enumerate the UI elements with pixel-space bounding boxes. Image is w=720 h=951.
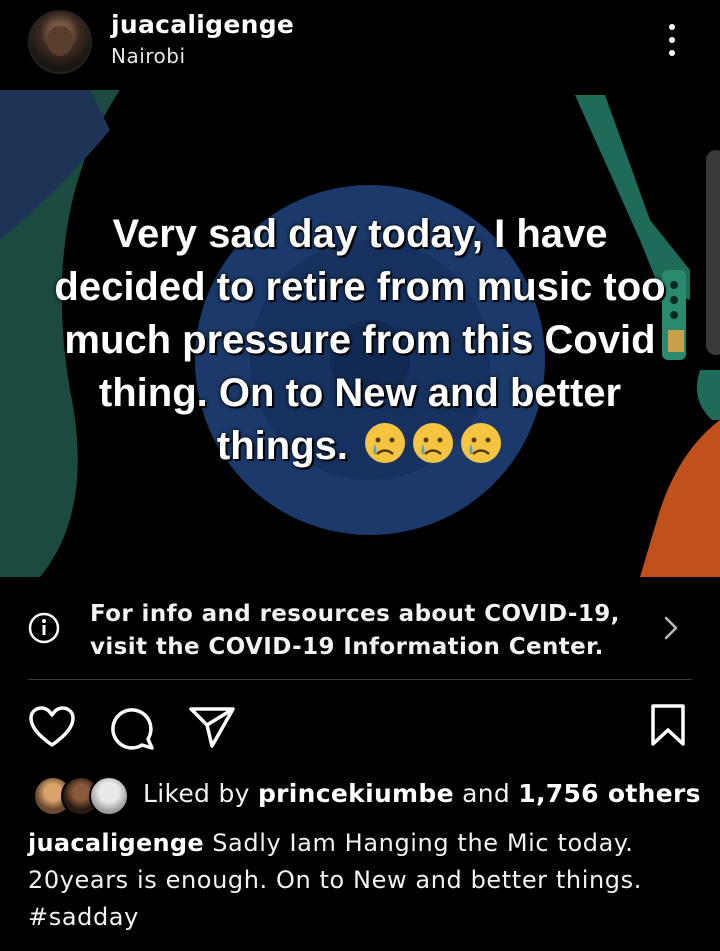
info-icon: [28, 612, 60, 644]
covid-info-line1: For info and resources about COVID-19,: [90, 601, 620, 627]
post-image-text: Very sad day today, I have decided to re…: [40, 208, 680, 473]
likes-count[interactable]: 1,756 others: [518, 779, 700, 808]
covid-info-line2: visit the COVID-19 Information Center.: [90, 634, 604, 660]
liked-by-text[interactable]: Liked by princekiumbe and 1,756 others: [143, 779, 701, 808]
liked-by-avatars[interactable]: [33, 776, 129, 816]
comment-icon[interactable]: [108, 705, 156, 751]
caption: juacaligenge Sadly Iam Hanging the Mic t…: [28, 825, 688, 936]
crying-face-icon: [411, 421, 455, 465]
caption-username[interactable]: juacaligenge: [28, 829, 204, 857]
post-image-message: Very sad day today, I have decided to re…: [54, 212, 666, 468]
post-image[interactable]: Very sad day today, I have decided to re…: [0, 90, 720, 577]
username[interactable]: juacaligenge: [111, 10, 294, 39]
post-header: juacaligenge Nairobi: [0, 0, 720, 90]
more-options-icon[interactable]: [660, 20, 684, 60]
avatar: [89, 776, 129, 816]
chevron-right-icon[interactable]: [660, 614, 682, 642]
location[interactable]: Nairobi: [111, 44, 186, 68]
covid-info-text[interactable]: For info and resources about COVID-19, v…: [90, 598, 620, 664]
caption-hashtag[interactable]: #sadday: [28, 903, 139, 931]
bookmark-icon[interactable]: [648, 703, 688, 747]
avatar[interactable]: [28, 10, 92, 74]
crying-face-icon: [363, 421, 407, 465]
divider: [28, 679, 692, 680]
liked-by-and: and: [462, 779, 511, 808]
liked-by-user[interactable]: princekiumbe: [258, 779, 454, 808]
like-heart-icon[interactable]: [28, 705, 76, 749]
liked-by-prefix: Liked by: [143, 779, 250, 808]
share-send-icon[interactable]: [188, 705, 236, 749]
crying-face-icon: [459, 421, 503, 465]
